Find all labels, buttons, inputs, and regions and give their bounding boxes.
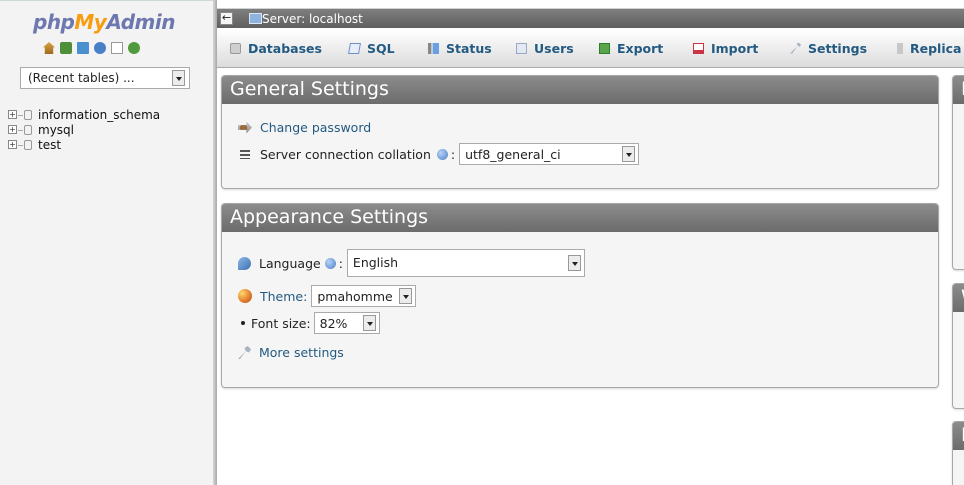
panel-title: Appearance Settings (222, 204, 938, 232)
language-icon (238, 256, 251, 270)
right-panel-stub-1: D (952, 75, 964, 270)
tab-replication[interactable]: Replica (897, 29, 961, 67)
more-settings-row: More settings (238, 345, 344, 360)
sql-icon (348, 42, 361, 54)
database-icon[interactable] (60, 42, 72, 54)
font-size-row: Font size: 82% (238, 312, 380, 334)
server-icon (249, 13, 262, 24)
tab-export[interactable]: Export (599, 29, 663, 67)
appearance-settings-panel: Appearance Settings Language : English T… (221, 203, 939, 388)
reload-icon[interactable] (128, 42, 140, 54)
theme-link[interactable]: Theme: (260, 289, 307, 304)
more-settings-link[interactable]: More settings (259, 345, 344, 360)
font-size-select[interactable]: 82% (313, 312, 380, 334)
collation-label: Server connection collation (260, 146, 431, 162)
export-icon (599, 42, 610, 54)
navigation-panel: phpMyAdmin (Recent tables) ... + informa… (0, 0, 215, 485)
server-breadcrumb-bar: ← Server: localhost (217, 8, 964, 28)
tab-databases[interactable]: Databases (230, 29, 322, 67)
theme-icon (238, 289, 252, 303)
panel-title: General Settings (222, 76, 938, 104)
replication-icon (897, 42, 903, 54)
expand-icon[interactable]: + (8, 125, 17, 134)
font-size-label: Font size: (251, 315, 311, 331)
password-icon (238, 121, 252, 134)
general-settings-panel: General Settings Change password Server … (221, 75, 939, 189)
language-row: Language : English (238, 249, 585, 277)
expand-icon[interactable]: + (8, 140, 17, 149)
tab-users[interactable]: Users (516, 29, 574, 67)
users-icon (516, 42, 527, 54)
tab-import[interactable]: Import (693, 29, 758, 67)
chevron-down-icon (622, 146, 636, 162)
change-password-link[interactable]: Change password (260, 120, 371, 135)
theme-row: Theme: pmahomme (238, 285, 417, 307)
collation-select[interactable]: utf8_general_ci (459, 143, 640, 165)
database-icon (24, 125, 32, 135)
language-select[interactable]: English (346, 249, 585, 277)
help-icon[interactable] (436, 148, 448, 160)
docs-icon[interactable] (77, 42, 89, 54)
help-icon[interactable] (94, 42, 106, 54)
recent-tables-select[interactable]: (Recent tables) ... (20, 67, 190, 89)
expand-icon[interactable]: + (8, 110, 17, 119)
database-icon (24, 110, 32, 120)
chevron-down-icon (362, 315, 376, 331)
help-icon[interactable] (324, 257, 336, 269)
page-icon[interactable] (111, 42, 123, 54)
main-tabs: Databases SQL Status Users Export Import… (217, 29, 964, 68)
theme-select[interactable]: pmahomme (311, 285, 417, 307)
tab-settings[interactable]: Settings (790, 29, 867, 67)
home-icon[interactable] (43, 42, 55, 54)
language-label: Language (259, 255, 321, 271)
databases-icon (230, 42, 241, 54)
status-icon (428, 42, 439, 54)
tab-sql[interactable]: SQL (348, 29, 395, 67)
server-breadcrumb[interactable]: Server: localhost (262, 12, 363, 26)
phpmyadmin-logo[interactable]: phpMyAdmin (33, 10, 175, 34)
chevron-down-icon (399, 288, 413, 304)
settings-icon (790, 42, 801, 54)
change-password-row: Change password (238, 120, 371, 135)
tab-status[interactable]: Status (428, 29, 492, 67)
nav-resize-handle[interactable] (213, 0, 217, 485)
right-panel-stub-3: P (952, 421, 964, 485)
bullet-icon (241, 321, 245, 325)
wrench-icon (238, 346, 251, 359)
collation-row: Server connection collation : utf8_gener… (238, 143, 640, 165)
import-icon (693, 42, 704, 54)
chevron-down-icon (567, 255, 581, 271)
collapse-nav-button[interactable]: ← (220, 12, 233, 25)
right-panel-stub-2: W (952, 283, 964, 409)
collation-icon (240, 149, 250, 159)
database-icon (24, 140, 32, 150)
chevron-down-icon (172, 70, 185, 86)
nav-icon-bar (43, 42, 140, 56)
